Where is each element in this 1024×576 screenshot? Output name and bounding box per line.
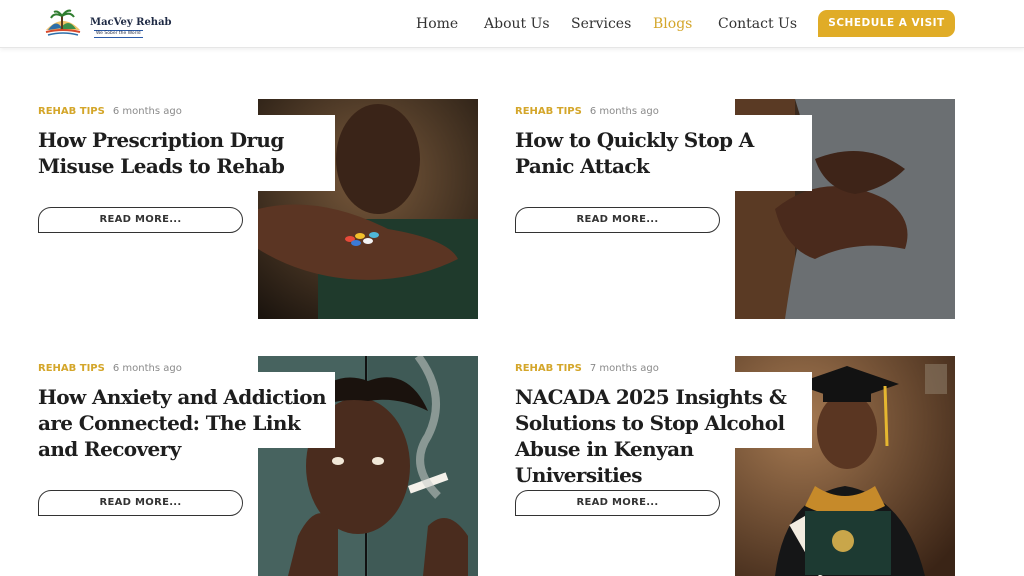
post-category[interactable]: REHAB TIPS xyxy=(515,363,582,374)
nav-contact-us[interactable]: Contact Us xyxy=(718,14,797,34)
post-title[interactable]: NACADA 2025 Insights & Solutions to Stop… xyxy=(515,384,813,488)
post-meta: REHAB TIPS 6 months ago xyxy=(38,99,182,118)
blog-card: REHAB TIPS 7 months ago NACADA 2025 Insig… xyxy=(515,356,955,576)
blog-card: REHAB TIPS 6 months ago How Prescription … xyxy=(38,99,478,321)
post-title[interactable]: How Anxiety and Addiction are Connected:… xyxy=(38,384,336,462)
read-more-button[interactable]: READ MORE... xyxy=(515,490,720,516)
post-category[interactable]: REHAB TIPS xyxy=(38,106,105,117)
post-time: 6 months ago xyxy=(112,363,182,374)
nav-home[interactable]: Home xyxy=(416,14,458,34)
nav-about-us[interactable]: About Us xyxy=(484,14,550,34)
read-more-button[interactable]: READ MORE... xyxy=(38,207,243,233)
post-time: 6 months ago xyxy=(112,106,182,117)
nav-services[interactable]: Services xyxy=(571,14,631,34)
post-category[interactable]: REHAB TIPS xyxy=(515,106,582,117)
blog-card: REHAB TIPS 6 months ago How to Quickly St… xyxy=(515,99,955,321)
read-more-button[interactable]: READ MORE... xyxy=(515,207,720,233)
nav-blogs[interactable]: Blogs xyxy=(653,14,692,34)
post-title[interactable]: How Prescription Drug Misuse Leads to Re… xyxy=(38,127,336,179)
post-title[interactable]: How to Quickly Stop A Panic Attack xyxy=(515,127,813,179)
post-time: 6 months ago xyxy=(589,106,659,117)
post-meta: REHAB TIPS 6 months ago xyxy=(38,356,182,375)
schedule-visit-button[interactable]: SCHEDULE A VISIT xyxy=(818,10,955,37)
read-more-button[interactable]: READ MORE... xyxy=(38,490,243,516)
site-header: MacVey Rehab We Sober the World Home Abo… xyxy=(0,0,1024,48)
post-meta: REHAB TIPS 7 months ago xyxy=(515,356,659,375)
blog-card: REHAB TIPS 6 months ago How Anxiety and A… xyxy=(38,356,478,576)
post-time: 7 months ago xyxy=(589,363,659,374)
post-meta: REHAB TIPS 6 months ago xyxy=(515,99,659,118)
post-category[interactable]: REHAB TIPS xyxy=(38,363,105,374)
